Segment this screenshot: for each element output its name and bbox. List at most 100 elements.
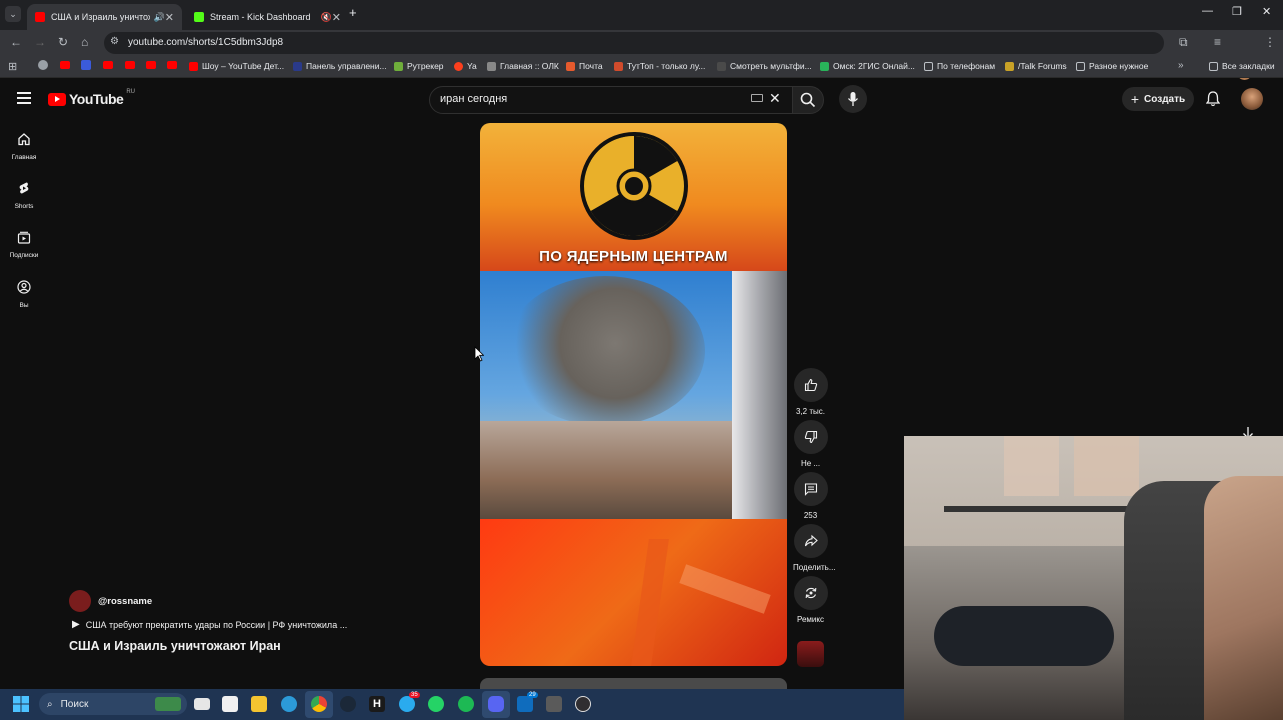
home-icon xyxy=(18,133,30,146)
comments-button[interactable] xyxy=(793,472,828,506)
remix-button[interactable] xyxy=(793,576,828,610)
forward-icon[interactable]: → xyxy=(34,35,46,49)
bookmark-item[interactable]: Ya xyxy=(454,61,477,71)
guide-you[interactable]: Вы xyxy=(0,280,48,309)
search-button[interactable] xyxy=(792,86,824,114)
taskbar-search-label: Поиск xyxy=(60,698,89,710)
menu-icon[interactable]: ⋮ xyxy=(1264,35,1276,49)
new-tab-button[interactable]: + xyxy=(349,5,357,20)
bookmark-youtube-icon[interactable] xyxy=(167,61,177,69)
comments-action[interactable]: 253 xyxy=(793,472,828,520)
bookmark-youtube-icon[interactable] xyxy=(60,61,70,69)
dislike-action[interactable]: Не ... xyxy=(793,420,828,468)
speaker-icon[interactable]: 🔊 xyxy=(154,12,165,23)
telegram-icon[interactable] xyxy=(399,696,415,712)
bookmark-folder[interactable]: Разное нужное xyxy=(1076,61,1148,71)
create-button[interactable]: + Создать xyxy=(1122,87,1194,111)
obs-icon[interactable] xyxy=(575,696,591,712)
spotify-icon[interactable] xyxy=(458,696,474,712)
remix-label: Ремикс xyxy=(797,615,824,624)
tab-kick[interactable]: Stream - Kick Dashboard 🔇 ✕ xyxy=(186,4,341,30)
steam-icon[interactable] xyxy=(340,696,356,712)
channel-name[interactable]: @rossname xyxy=(98,596,152,607)
windows-start-icon[interactable] xyxy=(13,696,29,712)
extensions-icon[interactable]: ⧉ xyxy=(1179,35,1188,50)
chrome-icon xyxy=(311,696,327,712)
bookmark-item[interactable]: Панель управлени... xyxy=(293,61,387,71)
all-bookmarks-folder[interactable]: Все закладки xyxy=(1209,61,1275,71)
file-explorer-icon[interactable] xyxy=(251,696,267,712)
sound-thumbnail[interactable] xyxy=(797,641,824,667)
bookmark-item[interactable]: Омск: 2ГИС Онлай... xyxy=(820,61,915,71)
bookmark-youtube-icon[interactable] xyxy=(146,61,156,69)
bookmark-item[interactable]: Почта xyxy=(566,61,603,71)
close-tab-icon[interactable]: ✕ xyxy=(332,11,341,24)
apps-icon[interactable]: ⊞ xyxy=(8,60,17,73)
channel-avatar[interactable] xyxy=(69,590,91,612)
muted-icon[interactable]: 🔇 xyxy=(321,12,332,23)
tab-shorts[interactable]: США и Израиль уничтож 🔊 ✕ xyxy=(27,4,182,30)
share-action[interactable]: Поделить... xyxy=(793,524,836,572)
share-button[interactable] xyxy=(793,524,828,558)
clear-search-icon[interactable]: ✕ xyxy=(769,90,781,107)
search-icon: ⌕ xyxy=(47,698,53,710)
maximize-button[interactable]: ❐ xyxy=(1232,5,1242,18)
webcam-overlay xyxy=(904,436,1283,720)
keyboard-icon[interactable] xyxy=(751,94,763,102)
thumbs-down-icon xyxy=(804,430,817,444)
bookmark-youtube-icon[interactable] xyxy=(125,61,135,69)
notifications-bell-icon[interactable] xyxy=(1206,91,1220,107)
bookmark-item[interactable]: Рутрекер xyxy=(394,61,444,71)
like-button[interactable] xyxy=(793,368,828,402)
bookmark-item[interactable]: Смотреть мультфи... xyxy=(717,61,812,71)
bookmark-youtube-icon[interactable] xyxy=(103,61,113,69)
dislike-button[interactable] xyxy=(793,420,828,454)
voice-search-button[interactable] xyxy=(839,85,867,113)
like-action[interactable]: 3,2 тыс. xyxy=(793,368,828,416)
guide-subscriptions[interactable]: Подписки xyxy=(0,230,48,259)
tab-search-button[interactable]: ⌄ xyxy=(5,6,21,22)
bookmark-item[interactable]: Шоу – YouTube Дет... xyxy=(189,61,284,71)
you-icon xyxy=(17,280,31,294)
bookmark-globe-icon[interactable] xyxy=(38,60,48,70)
app-h-icon[interactable]: H xyxy=(369,696,385,712)
home-icon[interactable]: ⌂ xyxy=(81,35,88,49)
guide-shorts[interactable]: Shorts xyxy=(0,181,48,210)
hamburger-menu-icon[interactable] xyxy=(17,92,31,104)
bookmark-item[interactable]: Главная :: ОЛК xyxy=(487,61,559,71)
linked-video[interactable]: ▶ США требуют прекратить удары по России… xyxy=(72,619,347,630)
media-icon[interactable]: ≡ xyxy=(1214,35,1221,49)
back-icon[interactable]: ← xyxy=(10,35,22,49)
dislike-label: Не ... xyxy=(800,459,821,468)
more-bookmarks-icon[interactable]: » xyxy=(1178,60,1184,71)
widgets-icon[interactable] xyxy=(222,696,238,712)
guide-label: Подписки xyxy=(9,252,39,259)
edge-icon[interactable] xyxy=(281,696,297,712)
guide-home[interactable]: Главная xyxy=(0,132,48,161)
whatsapp-icon[interactable] xyxy=(428,696,444,712)
guide-label: Главная xyxy=(11,154,37,161)
remix-action[interactable]: Ремикс xyxy=(793,576,828,624)
remix-icon xyxy=(805,587,816,599)
plus-icon: + xyxy=(1130,91,1140,107)
account-avatar[interactable] xyxy=(1241,88,1263,110)
close-tab-icon[interactable]: ✕ xyxy=(165,11,174,24)
site-info-icon[interactable]: ⚙ xyxy=(110,36,119,47)
youtube-logo[interactable]: YouTube RU xyxy=(48,89,135,107)
channel-info[interactable]: @rossname xyxy=(69,590,152,612)
calculator-icon[interactable] xyxy=(546,696,562,712)
bookmark-item[interactable]: /Talk Forums xyxy=(1005,61,1067,71)
short-video-player[interactable]: ПО ЯДЕРНЫМ ЦЕНТРАМ xyxy=(480,123,787,666)
mail-icon[interactable] xyxy=(517,696,533,712)
minimize-button[interactable]: — xyxy=(1202,5,1213,17)
bookmark-item[interactable]: ТутТоп - только лу... xyxy=(614,61,705,71)
bookmark-folder[interactable]: По телефонам xyxy=(924,61,995,71)
task-view-icon[interactable] xyxy=(194,698,210,710)
close-window-button[interactable]: ✕ xyxy=(1262,5,1271,18)
taskbar-search[interactable]: ⌕ Поиск xyxy=(39,693,187,715)
video-frame-middle xyxy=(480,271,787,519)
reload-icon[interactable]: ↻ xyxy=(58,35,68,49)
video-frame-top: ПО ЯДЕРНЫМ ЦЕНТРАМ xyxy=(480,123,787,271)
bookmark-app-icon[interactable] xyxy=(81,60,91,70)
radiation-symbol-icon xyxy=(580,132,688,240)
